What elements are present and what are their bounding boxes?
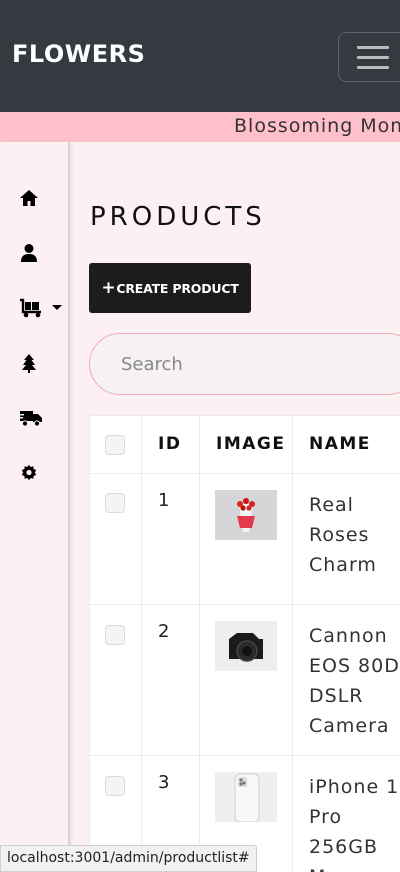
name-cell: Real Roses Charm (293, 474, 400, 604)
product-id: 3 (158, 772, 170, 793)
top-navbar: FLOWERS (0, 0, 400, 112)
id-cell: 2 (142, 605, 200, 755)
table-header-row: ID IMAGE NAME (90, 416, 400, 474)
gear-icon[interactable] (18, 462, 40, 484)
id-cell: 1 (142, 474, 200, 604)
menu-toggle-button[interactable] (338, 32, 400, 82)
sidebar (0, 142, 70, 872)
header-id-cell: ID (142, 416, 200, 473)
checkbox-cell (90, 474, 142, 604)
home-icon[interactable] (18, 187, 40, 209)
product-name: Cannon EOS 80D DSLR Camera (309, 625, 400, 737)
table-row[interactable]: 1 Real Roses Charm (90, 474, 400, 605)
status-bar-url: localhost:3001/admin/productlist# (0, 845, 257, 872)
product-name: iPhone 11 Pro 256GB M... (309, 776, 400, 872)
header-name-cell: NAME (293, 416, 400, 473)
create-product-label: CREATE PRODUCT (116, 280, 239, 296)
image-cell (200, 605, 293, 755)
announcement-banner: Blossoming Mom (0, 112, 400, 142)
truck-icon[interactable] (18, 407, 44, 429)
product-id: 1 (158, 490, 170, 511)
product-table: ID IMAGE NAME 1 Real Roses Charm 2 Canno… (89, 415, 400, 872)
bouquet-image (215, 490, 277, 540)
plus-icon: + (101, 278, 116, 298)
name-cell: Cannon EOS 80D DSLR Camera (293, 605, 400, 755)
phone-image (215, 772, 277, 823)
table-row[interactable]: 2 Cannon EOS 80D DSLR Camera (90, 605, 400, 756)
product-name: Real Roses Charm (309, 494, 377, 576)
page-title: PRODUCTS (90, 202, 266, 232)
column-header-id[interactable]: ID (158, 434, 181, 454)
user-icon[interactable] (18, 242, 40, 264)
row-checkbox[interactable] (105, 625, 125, 645)
name-cell: iPhone 11 Pro 256GB M... (293, 756, 400, 872)
column-header-image[interactable]: IMAGE (216, 434, 285, 454)
announcement-text: Blossoming Mom (234, 115, 400, 137)
column-header-name[interactable]: NAME (309, 434, 371, 454)
row-checkbox[interactable] (105, 493, 125, 513)
search-input[interactable] (89, 333, 400, 395)
product-id: 2 (158, 621, 170, 642)
hamburger-icon (357, 46, 389, 49)
tree-icon[interactable] (18, 352, 40, 374)
image-cell (200, 474, 293, 604)
checkbox-cell (90, 605, 142, 755)
header-image-cell: IMAGE (200, 416, 293, 473)
hamburger-icon-bar (357, 66, 389, 69)
cart-dolly-icon[interactable] (18, 297, 44, 319)
create-product-button[interactable]: + CREATE PRODUCT (89, 263, 251, 313)
select-all-checkbox[interactable] (105, 435, 125, 455)
brand-logo[interactable]: FLOWERS (12, 40, 145, 68)
hamburger-icon-bar (357, 56, 389, 59)
chevron-down-icon[interactable] (52, 305, 62, 310)
row-checkbox[interactable] (105, 776, 125, 796)
camera-image (215, 621, 277, 671)
header-checkbox-cell (90, 416, 142, 473)
